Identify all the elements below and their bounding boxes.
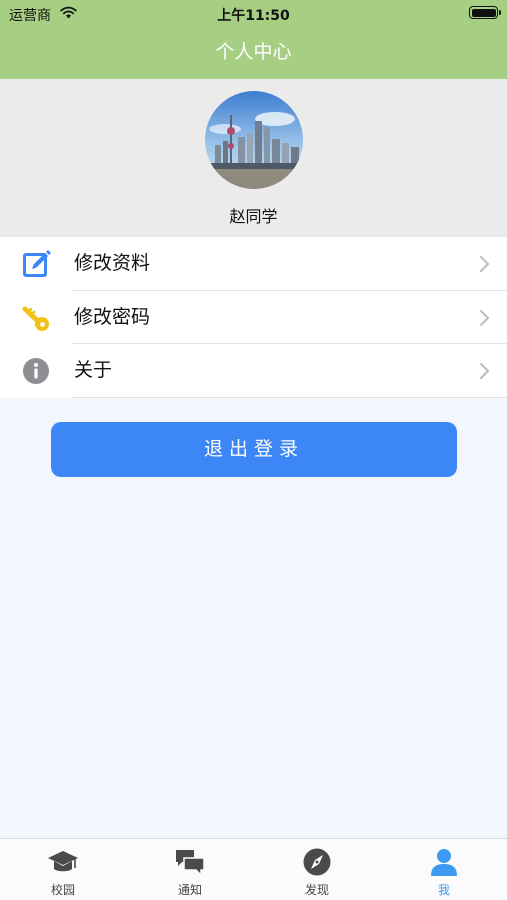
chevron-right-icon xyxy=(480,363,489,379)
compass-icon xyxy=(303,848,331,876)
tab-notifications[interactable]: 通知 xyxy=(127,839,253,900)
graduation-cap-icon xyxy=(48,851,78,872)
tab-campus[interactable]: 校园 xyxy=(0,839,126,900)
settings-menu: 修改资料 修改密码 关于 xyxy=(0,237,507,398)
avatar[interactable] xyxy=(205,91,303,189)
tab-me[interactable]: 我 xyxy=(381,839,507,900)
avatar-image xyxy=(205,91,303,189)
navigation-bar: 个人中心 xyxy=(0,26,507,79)
edit-icon xyxy=(23,250,51,277)
info-icon xyxy=(23,358,49,384)
chevron-right-icon xyxy=(480,309,489,326)
status-time: 上午11:50 xyxy=(217,8,290,24)
menu-item-about[interactable]: 关于 xyxy=(0,344,507,398)
menu-item-label: 关于 xyxy=(74,359,113,381)
key-icon xyxy=(22,306,49,331)
status-bar: 运营商 上午11:50 xyxy=(0,0,507,26)
profile-header: 赵同学 xyxy=(0,79,507,237)
menu-item-edit-profile[interactable]: 修改资料 xyxy=(0,237,507,291)
user-icon xyxy=(431,849,457,876)
tab-label: 通知 xyxy=(177,883,202,897)
tab-discover[interactable]: 发现 xyxy=(254,839,380,900)
chat-bubbles-icon xyxy=(176,850,205,877)
tab-bar: 校园 通知 发现 我 xyxy=(0,838,507,900)
page-title: 个人中心 xyxy=(215,41,292,63)
logout-button[interactable]: 退出登录 xyxy=(51,422,457,477)
divider xyxy=(72,396,507,398)
menu-item-label: 修改密码 xyxy=(74,305,151,328)
tab-label: 校园 xyxy=(50,883,75,897)
tab-label: 发现 xyxy=(304,883,329,897)
tab-label: 我 xyxy=(437,883,450,897)
username: 赵同学 xyxy=(229,207,278,226)
menu-item-change-password[interactable]: 修改密码 xyxy=(0,291,507,344)
chevron-right-icon xyxy=(480,256,489,272)
battery-icon xyxy=(469,6,501,19)
menu-item-label: 修改资料 xyxy=(74,252,151,274)
